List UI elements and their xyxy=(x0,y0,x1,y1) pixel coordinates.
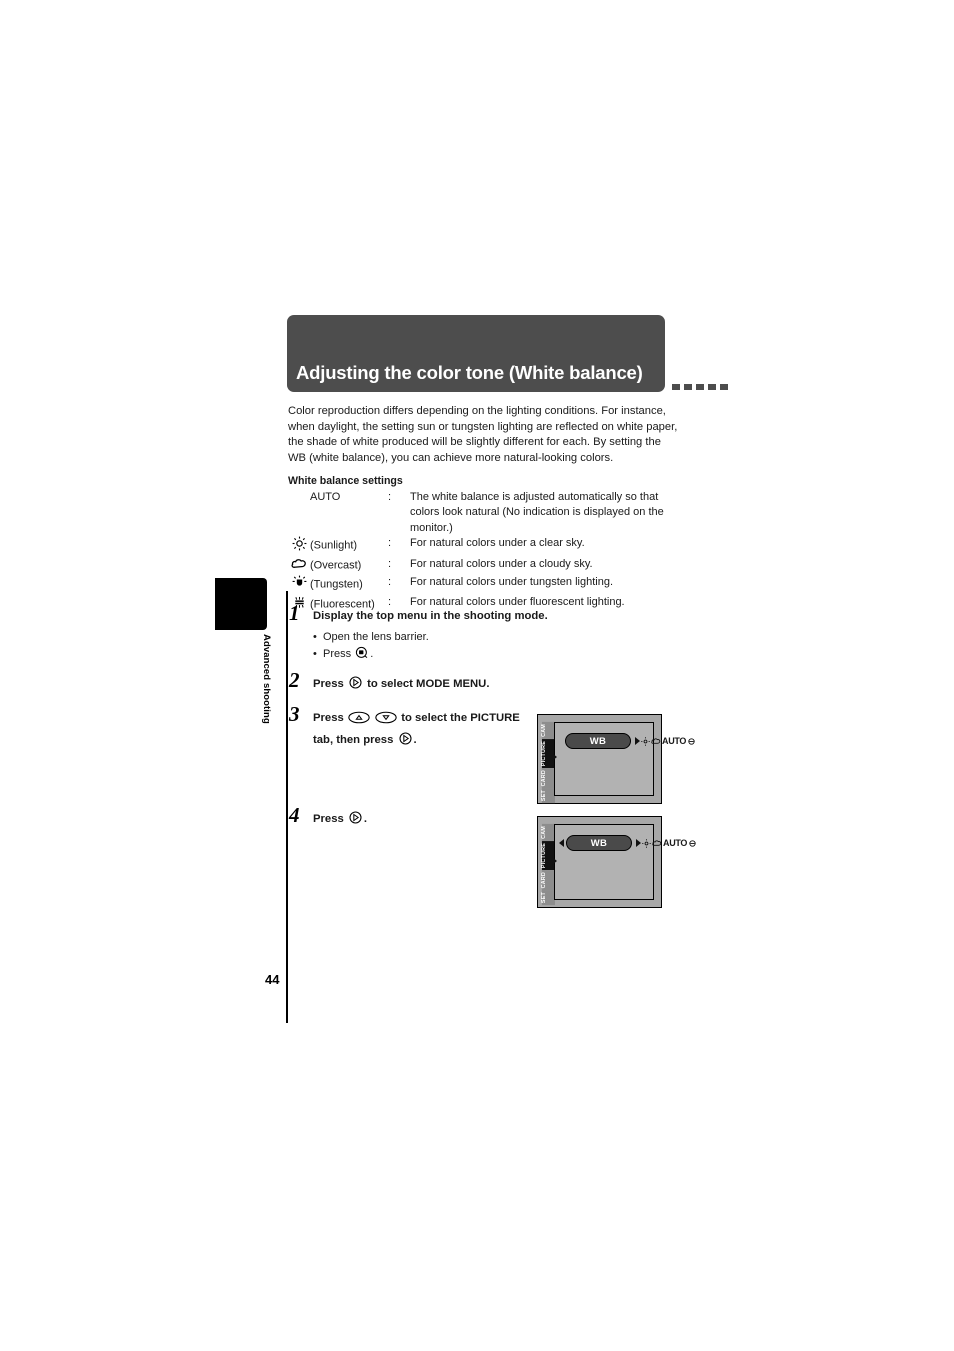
cloud-icon xyxy=(651,738,661,744)
lcd-wb-options: AUTO xyxy=(636,838,697,848)
step-4-body: Press . xyxy=(313,810,513,830)
step-1-body: Display the top menu in the shooting mod… xyxy=(313,608,603,665)
sun-icon xyxy=(641,736,650,746)
arrow-right-button-icon xyxy=(398,731,413,753)
white-balance-settings-table: AUTO : The white balance is adjusted aut… xyxy=(288,490,688,616)
lcd-screen-area: WB AUTO xyxy=(552,824,696,900)
arrow-down-button-icon xyxy=(375,711,397,731)
tungsten-bulb-icon xyxy=(288,575,310,595)
colon-cell: : xyxy=(388,557,392,570)
colon-cell: : xyxy=(388,537,392,550)
page-margin-rule xyxy=(286,591,288,1023)
arrow-right-icon xyxy=(636,839,641,847)
lcd-wb-auto-value: AUTO xyxy=(662,736,687,746)
lcd-wb-label: WB xyxy=(566,835,632,851)
menu-button-icon xyxy=(355,646,369,666)
lcd-wb-label: WB xyxy=(565,733,631,749)
step-2-body: Press to select MODE MENU. xyxy=(313,675,613,695)
chapter-label: Advanced shooting xyxy=(261,634,272,724)
table-row: AUTO : The white balance is adjusted aut… xyxy=(288,490,688,536)
lcd-screen-area: WB AUTO xyxy=(552,722,695,796)
setting-name-cell: (Overcast) xyxy=(288,557,388,575)
lcd-wb-row: WB AUTO xyxy=(565,733,696,749)
list-item: • Open the lens barrier. xyxy=(313,629,603,646)
lcd-wb-row: WB AUTO xyxy=(559,835,697,851)
setting-desc-cell: The white balance is adjusted automatica… xyxy=(410,491,664,534)
intro-paragraph: Color reproduction differs depending on … xyxy=(288,405,678,464)
fluorescent-tube-icon xyxy=(689,839,696,847)
sun-icon xyxy=(642,838,651,848)
table-row: (Sunlight) : For natural colors under a … xyxy=(288,536,688,556)
arrow-right-button-icon xyxy=(348,675,363,695)
setting-desc-cell: For natural colors under a clear sky. xyxy=(410,537,585,550)
document-page: Advanced shooting 44 Adjusting the color… xyxy=(0,0,954,1351)
lcd-tab-spacer xyxy=(542,803,555,807)
lcd-wb-options: AUTO xyxy=(635,736,696,746)
lcd-screen-step4: CAM PICTURE CARD SET WB AUTO xyxy=(537,816,696,909)
header-dash-decoration xyxy=(672,384,728,390)
sun-icon xyxy=(288,536,310,556)
settings-heading: White balance settings xyxy=(288,475,403,487)
arrow-right-button-icon xyxy=(348,810,363,830)
lcd-tab-spacer xyxy=(542,905,555,909)
table-row: (Overcast) : For natural colors under a … xyxy=(288,557,688,575)
setting-name-cell: (Tungsten) xyxy=(288,575,388,595)
step-1-title: Display the top menu in the shooting mod… xyxy=(313,610,548,622)
bullet-dot: • xyxy=(313,631,317,643)
colon-cell: : xyxy=(388,576,392,589)
lcd-wb-auto-value: AUTO xyxy=(663,838,688,848)
step-number-1: 1 xyxy=(289,601,300,625)
fluorescent-tube-icon xyxy=(688,737,695,745)
arrow-right-icon xyxy=(635,737,640,745)
cloud-icon xyxy=(288,557,310,575)
cloud-icon xyxy=(652,840,662,846)
chapter-tab-marker xyxy=(215,578,267,630)
step-number-4: 4 xyxy=(289,803,300,827)
setting-name-cell: (Sunlight) xyxy=(288,536,388,556)
list-item: • Press . xyxy=(313,646,603,666)
section-header-band: Adjusting the color tone (White balance) xyxy=(287,315,665,392)
table-row: (Tungsten) : For natural colors under tu… xyxy=(288,575,688,595)
colon-cell: : xyxy=(388,491,392,503)
lcd-tab-caret-icon xyxy=(552,857,557,865)
page-number: 44 xyxy=(265,972,280,987)
setting-name-cell: AUTO xyxy=(310,491,341,503)
bullet-dot: • xyxy=(313,647,317,660)
lcd-tab-caret-icon xyxy=(552,753,557,761)
step-number-3: 3 xyxy=(289,702,300,726)
step-3-body: Press to select the PICTURE tab, then pr… xyxy=(313,709,538,753)
lcd-screen-step3: CAM PICTURE CARD SET WB AUTO xyxy=(537,714,695,807)
arrow-left-icon xyxy=(559,839,564,847)
setting-desc-cell: For natural colors under tungsten lighti… xyxy=(410,576,614,589)
page-title: Adjusting the color tone (White balance) xyxy=(296,362,643,383)
step-1-bullets: • Open the lens barrier. • Press . xyxy=(313,629,603,665)
setting-desc-cell: For natural colors under a cloudy sky. xyxy=(410,557,593,570)
step-number-2: 2 xyxy=(289,668,300,692)
arrow-up-button-icon xyxy=(348,711,370,731)
